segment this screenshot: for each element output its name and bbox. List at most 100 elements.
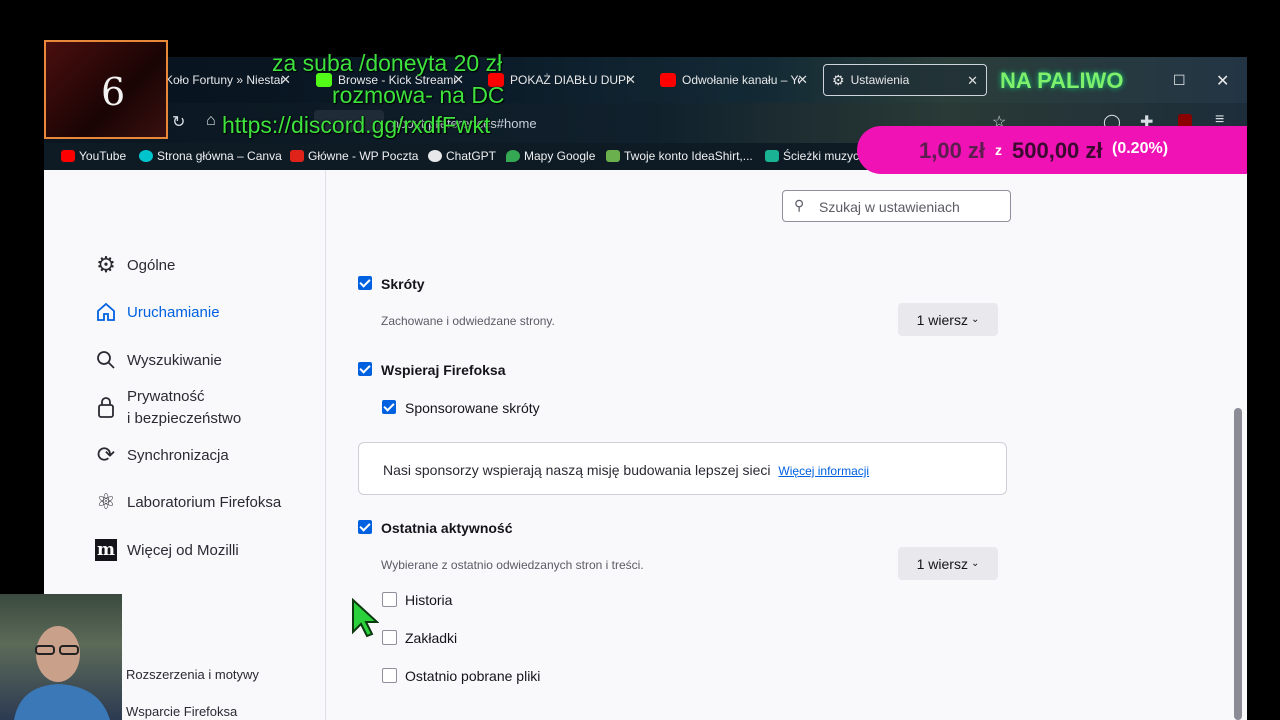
- search-input[interactable]: ⚲ Szukaj w ustawieniach: [782, 190, 1011, 222]
- logo-number: 6: [101, 70, 126, 114]
- shortcuts-description: Zachowane i odwiedzane strony.: [381, 314, 555, 328]
- sponsors-info-box: Nasi sponsorzy wspierają naszą misję bud…: [358, 442, 1007, 495]
- scrollbar[interactable]: [1234, 408, 1242, 720]
- gear-icon: ⚙: [96, 252, 116, 277]
- sidebar-item-label: Więcej od Mozilli: [127, 541, 239, 559]
- sidebar-item-labs[interactable]: ⚛ Laboratorium Firefoksa: [94, 489, 282, 514]
- sponsors-info-text: Nasi sponsorzy wspierają naszą misję bud…: [383, 462, 771, 478]
- sidebar-support-link[interactable]: Wsparcie Firefoksa: [126, 704, 237, 719]
- close-tab-icon[interactable]: ✕: [967, 73, 978, 89]
- sidebar-item-sync[interactable]: ⟳ Synchronizacja: [94, 442, 229, 467]
- select-value: 1 wiersz: [916, 311, 968, 328]
- search-icon: [94, 348, 118, 372]
- shortcuts-rows-select[interactable]: 1 wiersz ⌄: [898, 303, 998, 336]
- channel-logo: 6: [44, 40, 168, 139]
- tab-label: Odwołanie kanału – Yo: [682, 73, 800, 87]
- bookmark-canva[interactable]: Strona główna – Canva: [139, 149, 282, 163]
- select-value: 1 wiersz: [916, 555, 968, 572]
- map-pin-icon: [506, 150, 520, 162]
- bookmarks-label: Zakładki: [405, 630, 458, 646]
- chevron-down-icon: ⌄: [970, 558, 980, 569]
- close-tab-icon[interactable]: ✕: [625, 72, 636, 88]
- tab-label: Koło Fortuny » Niestan: [165, 73, 283, 87]
- downloads-checkbox[interactable]: [382, 668, 397, 683]
- shortcuts-checkbox[interactable]: [358, 276, 372, 290]
- donation-goal-bar: 1,00 zł z 500,00 zł (0.20%): [857, 126, 1247, 174]
- history-checkbox[interactable]: [382, 592, 397, 607]
- sidebar-divider: [325, 170, 326, 720]
- close-window-icon[interactable]: ✕: [1216, 71, 1229, 91]
- bookmark-label: ChatGPT: [446, 149, 497, 163]
- bookmark-wp-poczta[interactable]: Główne - WP Poczta: [290, 149, 418, 163]
- overlay-text-dc: rozmowa- na DC: [332, 82, 505, 108]
- bookmarks-checkbox[interactable]: [382, 630, 397, 645]
- wp-icon: [290, 150, 304, 162]
- bookmark-label: Twoje konto IdeaShirt,...: [624, 149, 753, 163]
- close-tab-icon[interactable]: ✕: [797, 72, 808, 88]
- donation-goal: 500,00 zł: [1012, 138, 1103, 163]
- sidebar-item-label: Ogólne: [127, 256, 176, 274]
- tab-odwolanie[interactable]: Odwołanie kanału – Yo ✕: [660, 64, 808, 96]
- bookmark-ideashirt[interactable]: Twoje konto IdeaShirt,...: [606, 149, 753, 163]
- tab-label: Ustawienia: [850, 73, 910, 87]
- sidebar-item-label: Laboratorium Firefoksa: [127, 493, 282, 511]
- mouse-cursor-icon: [352, 598, 379, 638]
- tab-ustawienia[interactable]: ⚙ Ustawienia ✕: [823, 64, 987, 96]
- sidebar-item-label: Synchronizacja: [127, 446, 229, 464]
- bookmark-label: Główne - WP Poczta: [308, 149, 419, 163]
- bookmark-label: Mapy Google: [524, 149, 596, 163]
- sidebar-item-general[interactable]: ⚙ Ogólne: [94, 252, 176, 277]
- maximize-icon[interactable]: ☐: [1173, 72, 1186, 89]
- sponsored-shortcuts-label: Sponsorowane skróty: [405, 400, 540, 416]
- tab-pokaz[interactable]: POKAŻ DIABŁU DUPĘ ✕: [488, 64, 636, 96]
- bookmark-chatgpt[interactable]: ChatGPT: [428, 149, 496, 163]
- recent-rows-select[interactable]: 1 wiersz ⌄: [898, 547, 998, 580]
- youtube-icon: [61, 150, 75, 162]
- reload-icon[interactable]: ↻: [172, 112, 185, 132]
- music-icon: [765, 150, 779, 162]
- sidebar-item-label: Uruchamianie: [127, 303, 220, 321]
- history-label: Historia: [405, 592, 453, 608]
- home-icon: [94, 300, 118, 324]
- overlay-text-discord: https://discord.gg/rxdfFwkt: [222, 112, 491, 138]
- bookmark-google-maps[interactable]: Mapy Google: [506, 149, 595, 163]
- recent-activity-label: Ostatnia aktywność: [381, 520, 513, 536]
- bookmark-label: YouTube: [79, 149, 127, 163]
- bookmark-youtube[interactable]: YouTube: [61, 149, 126, 163]
- sidebar-item-label: Prywatność: [127, 388, 205, 405]
- donation-percent: (0.20%): [1112, 140, 1169, 157]
- sponsored-shortcuts-checkbox[interactable]: [382, 400, 396, 414]
- overlay-na-paliwo: NA PALIWO: [1000, 68, 1124, 93]
- sidebar-extensions-link[interactable]: Rozszerzenia i motywy: [126, 667, 259, 682]
- recent-activity-checkbox[interactable]: [358, 520, 372, 534]
- webcam-feed: [0, 594, 122, 720]
- shirt-icon: [606, 150, 620, 162]
- support-firefox-checkbox[interactable]: [358, 362, 372, 376]
- chatgpt-icon: [428, 150, 442, 162]
- sidebar-item-search[interactable]: Wyszukiwanie: [94, 348, 222, 372]
- sidebar-item-label: i bezpieczeństwo: [127, 410, 242, 427]
- donation-of: z: [995, 142, 1002, 158]
- youtube-icon: [660, 73, 676, 87]
- sidebar-item-privacy[interactable]: Prywatność i bezpieczeństwo: [94, 386, 241, 430]
- canva-icon: [139, 150, 153, 162]
- home-icon[interactable]: ⌂: [206, 112, 216, 130]
- more-info-link[interactable]: Więcej informacji: [778, 464, 869, 478]
- downloads-label: Ostatnio pobrane pliki: [405, 668, 541, 684]
- sidebar-item-more-mozilla[interactable]: m Więcej od Mozilli: [94, 538, 239, 562]
- search-placeholder: Szukaj w ustawieniach: [819, 199, 960, 215]
- search-icon: ⚲: [794, 197, 805, 213]
- support-firefox-label: Wspieraj Firefoksa: [381, 362, 506, 378]
- lock-icon: [94, 395, 118, 419]
- recent-activity-description: Wybierane z ostatnio odwiedzanych stron …: [381, 558, 644, 572]
- atom-icon: ⚛: [96, 489, 116, 514]
- shortcuts-label: Skróty: [381, 276, 425, 292]
- sidebar-item-home[interactable]: Uruchamianie: [94, 300, 220, 324]
- overlay-text-sub: za suba /doneyta 20 zł: [272, 50, 503, 76]
- chevron-down-icon: ⌄: [970, 314, 980, 325]
- bookmark-label: Strona główna – Canva: [157, 149, 282, 163]
- sidebar-item-label: Wyszukiwanie: [127, 351, 222, 369]
- gear-icon: ⚙: [832, 71, 845, 88]
- tab-label: POKAŻ DIABŁU DUPĘ: [510, 73, 628, 87]
- sync-icon: ⟳: [96, 442, 116, 467]
